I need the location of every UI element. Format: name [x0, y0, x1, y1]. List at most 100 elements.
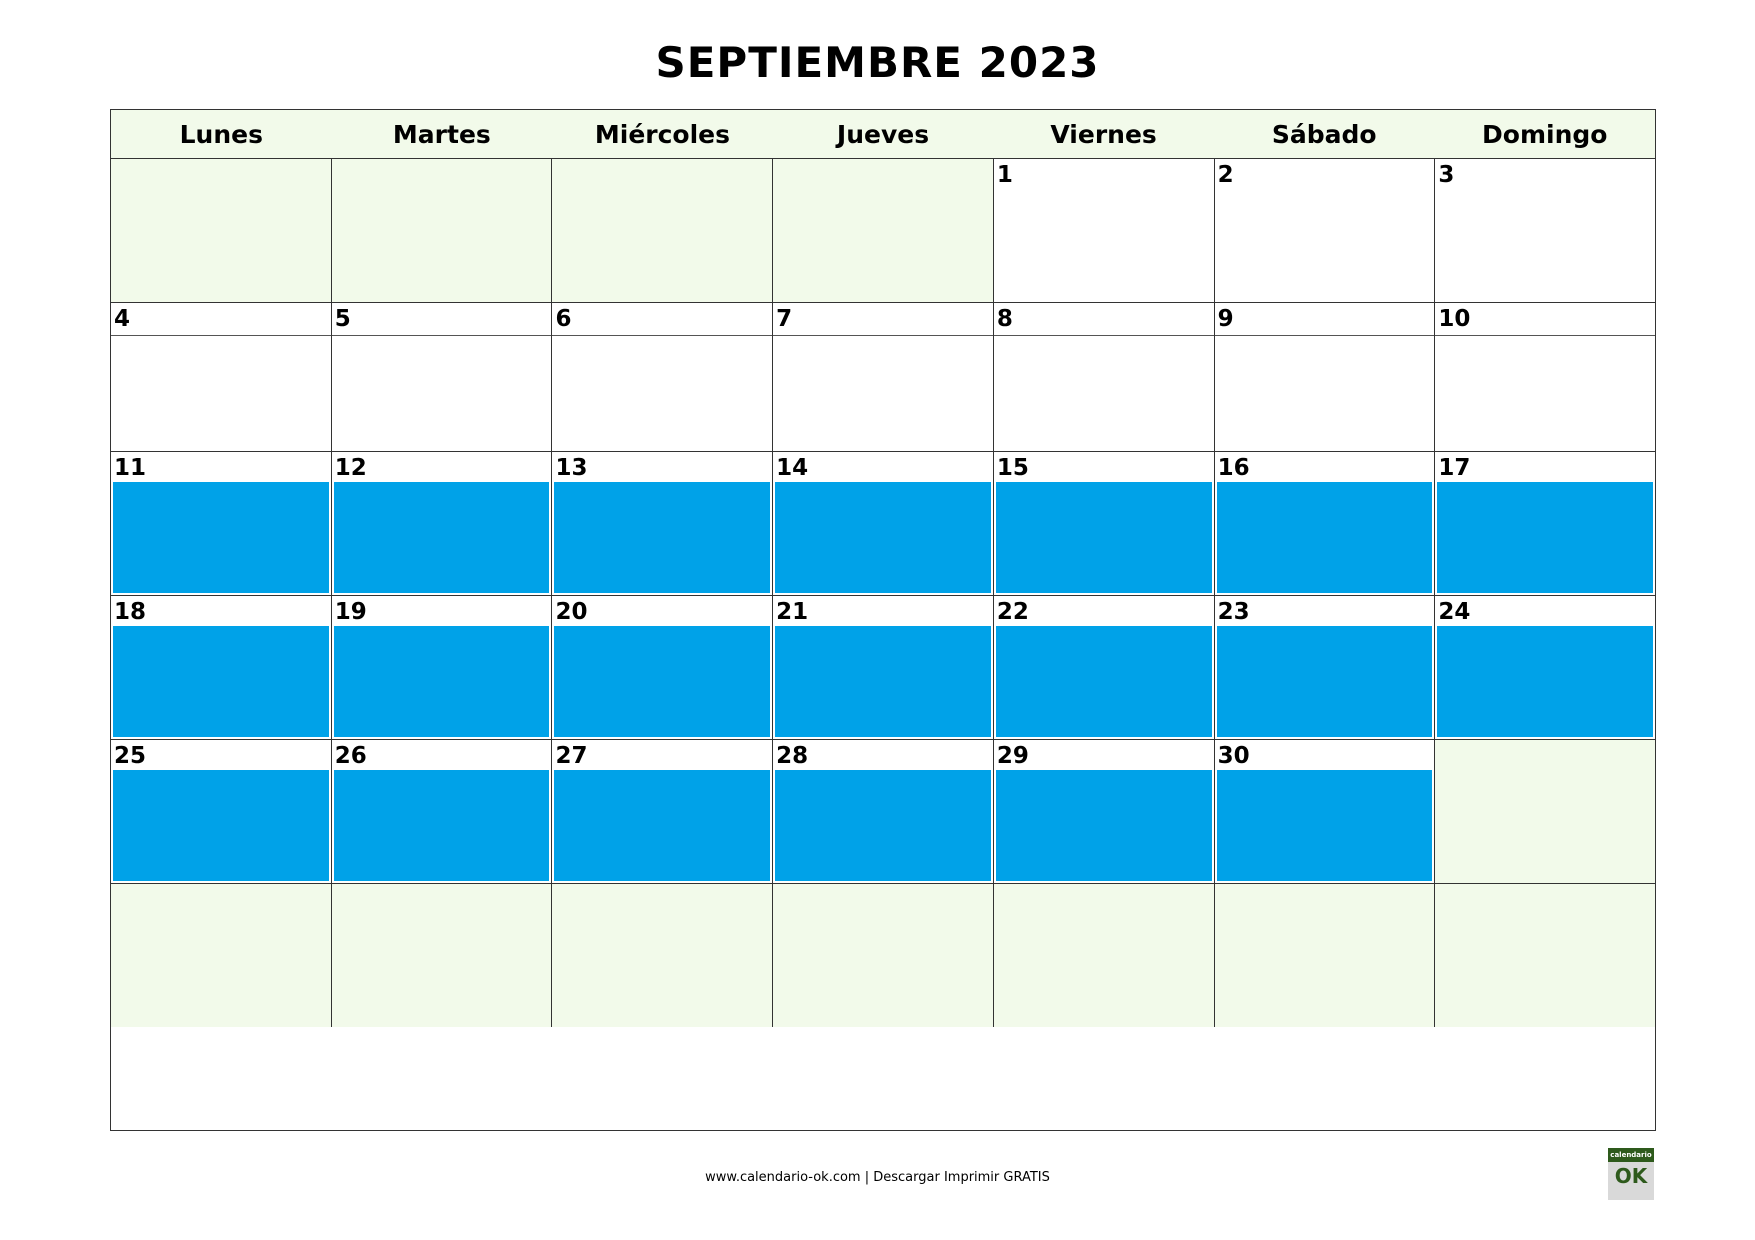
day-cell: 28 [773, 740, 994, 883]
day-cell: 6 [552, 303, 774, 451]
day-divider [993, 335, 1214, 336]
day-cell: 14 [773, 452, 994, 595]
day-highlight [333, 482, 550, 593]
day-cell: 4 [111, 303, 332, 451]
day-number: 1 [996, 162, 1013, 188]
day-divider [552, 335, 773, 336]
day-number: 6 [555, 306, 572, 332]
day-highlight [1437, 626, 1654, 737]
day-highlight [1437, 482, 1654, 593]
day-cell: 20 [552, 596, 774, 739]
day-cell: 29 [993, 740, 1215, 883]
day-number: 20 [555, 599, 588, 625]
day-number: 15 [996, 455, 1029, 481]
day-number: 25 [114, 743, 147, 769]
day-cell-empty [331, 884, 553, 1027]
day-cell: 26 [331, 740, 553, 883]
logo-ok-text: OK [1614, 1164, 1648, 1188]
day-cell: 25 [111, 740, 332, 883]
week-row: 11 12 13 14 15 16 17 [111, 452, 1656, 596]
weekday-miercoles: Miércoles [594, 119, 731, 149]
day-number: 26 [334, 743, 367, 769]
weekday-viernes: Viernes [1050, 119, 1157, 149]
day-number: 30 [1217, 743, 1250, 769]
day-highlight [333, 770, 550, 881]
day-cell: 8 [993, 303, 1215, 451]
day-cell: 27 [552, 740, 774, 883]
week-row: 25 26 27 28 29 30 [111, 740, 1656, 884]
day-number: 5 [334, 306, 351, 332]
day-number: 2 [1217, 162, 1234, 188]
day-divider [111, 335, 331, 336]
day-cell: 3 [1435, 159, 1656, 302]
day-highlight [554, 770, 771, 881]
day-highlight [775, 770, 991, 881]
day-divider [1435, 335, 1656, 336]
day-cell-empty [552, 884, 774, 1027]
day-number: 4 [114, 306, 131, 332]
day-cell: 11 [111, 452, 332, 595]
day-divider [773, 335, 993, 336]
day-number: 14 [776, 455, 809, 481]
day-number: 10 [1438, 306, 1471, 332]
weekday-header: Lunes Martes Miércoles Jueves Viernes Sá… [111, 110, 1655, 159]
calendar-grid: Lunes Martes Miércoles Jueves Viernes Sá… [110, 109, 1656, 1131]
day-cell: 23 [1214, 596, 1436, 739]
day-number: 27 [555, 743, 588, 769]
day-highlight [113, 770, 329, 881]
day-cell: 16 [1214, 452, 1436, 595]
week-row: 4 5 6 7 8 9 10 [111, 303, 1656, 452]
day-highlight [554, 626, 771, 737]
day-highlight [995, 770, 1212, 881]
day-highlight [1216, 482, 1433, 593]
weekday-martes: Martes [392, 119, 491, 149]
day-cell-empty [111, 884, 332, 1027]
day-cell: 9 [1214, 303, 1436, 451]
day-cell-empty [993, 884, 1215, 1027]
day-divider [1214, 335, 1435, 336]
day-number: 24 [1438, 599, 1471, 625]
day-highlight [775, 482, 991, 593]
day-cell-empty [331, 159, 553, 302]
day-number: 18 [114, 599, 147, 625]
day-number: 29 [996, 743, 1029, 769]
day-cell: 15 [993, 452, 1215, 595]
day-number: 21 [776, 599, 809, 625]
day-highlight [995, 482, 1212, 593]
day-highlight [1216, 770, 1433, 881]
day-cell: 18 [111, 596, 332, 739]
day-number: 11 [114, 455, 147, 481]
day-cell: 19 [331, 596, 553, 739]
day-number: 28 [776, 743, 809, 769]
day-number: 13 [555, 455, 588, 481]
day-number: 23 [1217, 599, 1250, 625]
day-cell: 1 [993, 159, 1215, 302]
calendario-ok-logo: calendario OK [1608, 1148, 1654, 1200]
day-number: 19 [334, 599, 367, 625]
day-cell-empty [552, 159, 774, 302]
day-cell: 17 [1435, 452, 1656, 595]
day-highlight [113, 482, 329, 593]
week-row: 1 2 3 [111, 159, 1656, 303]
weekday-domingo: Domingo [1482, 119, 1608, 149]
day-cell: 22 [993, 596, 1215, 739]
day-highlight [775, 626, 991, 737]
day-highlight [995, 626, 1212, 737]
weekday-jueves: Jueves [836, 119, 930, 149]
day-cell: 13 [552, 452, 774, 595]
day-number: 16 [1217, 455, 1250, 481]
day-cell-empty [111, 159, 332, 302]
day-highlight [333, 626, 550, 737]
footer-text: www.calendario-ok.com | Descargar Imprim… [705, 1170, 1050, 1185]
day-cell-empty [1435, 740, 1656, 883]
day-number: 3 [1438, 162, 1455, 188]
calendar-title: SEPTIEMBRE 2023 [655, 38, 1100, 87]
day-number: 22 [996, 599, 1029, 625]
weekday-sabado: Sábado [1271, 119, 1377, 149]
day-highlight [554, 482, 771, 593]
week-row: 18 19 20 21 22 23 24 [111, 596, 1656, 740]
day-cell: 12 [331, 452, 553, 595]
day-number: 17 [1438, 455, 1471, 481]
day-cell: 30 [1214, 740, 1436, 883]
day-divider [331, 335, 552, 336]
